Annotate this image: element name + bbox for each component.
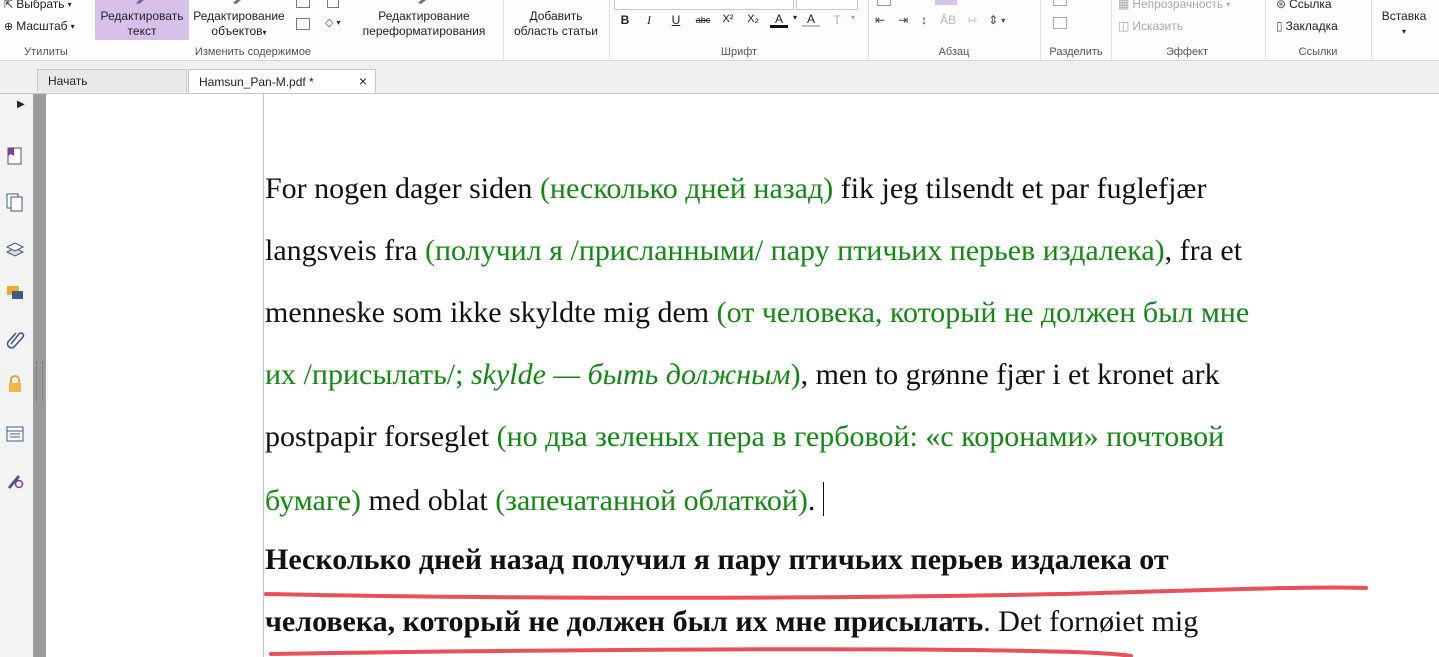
effect-group-label: Эффект (1165, 46, 1209, 58)
shape-icon[interactable] (327, 0, 339, 8)
font-group-label: Шрифт (720, 46, 758, 58)
doc-line-8: человека, который не должен был их мне п… (265, 605, 1199, 638)
align-active-icon[interactable] (935, 0, 957, 5)
red-annotation-underline-2 (269, 647, 1133, 657)
doc-line-1: For nogen dager siden (несколько дней на… (265, 172, 1207, 205)
comments-icon[interactable] (5, 283, 25, 303)
shape-tools-icon: ◇ (325, 17, 334, 29)
signatures-icon[interactable] (5, 470, 25, 490)
distort-button[interactable]: ◫ Исказить (1118, 19, 1183, 33)
red-annotation-underline-1 (264, 585, 1368, 600)
italic-button[interactable]: I (640, 13, 658, 28)
tab-hamsun-pdf[interactable]: Hamsun_Pan-M.pdf * × (188, 69, 376, 93)
subscript-button[interactable]: X₂ (744, 13, 762, 25)
reflow-edit-button[interactable]: Редактирование переформатирования (355, 0, 493, 40)
underline-button[interactable]: U (667, 13, 685, 27)
splitter-grip[interactable] (36, 362, 43, 402)
ribbon-toolbar: ⇱ Выбрать ▾ ⊕ Масштаб ▾ Утилиты Редактиров… (0, 0, 1439, 61)
bold-button[interactable]: B (616, 13, 634, 27)
doc-line-6: бумаге) med oblat (запечатанной облаткой… (265, 482, 825, 518)
close-tab-icon[interactable]: × (359, 73, 367, 89)
edit-content-group: Редактировать текст Редактирование объек… (93, 0, 513, 60)
paragraph-group-label: Абзац (938, 46, 970, 58)
edit-text-icon (136, 0, 144, 4)
doc-line-7: Несколько дней назад получил я пару птич… (265, 543, 1169, 576)
split-group-label: Разделить (1049, 46, 1103, 58)
edit-content-group-label: Изменить содержимое (194, 46, 312, 58)
split-group: Разделить (1041, 0, 1111, 60)
align-left-icon[interactable] (877, 0, 891, 6)
effect-group: ▦ Непрозрачность ▾ ◫ Исказить Эффект (1112, 0, 1262, 60)
font-size-select[interactable] (796, 0, 858, 10)
text-box-icon[interactable] (296, 0, 310, 8)
strikethrough-button[interactable]: abc (694, 15, 712, 25)
zoom-tool-button[interactable]: ⊕ Масштаб ▾ (4, 19, 75, 33)
cursor-icon: ⇱ (4, 0, 14, 11)
bookmarks-icon[interactable] (5, 146, 25, 166)
panel-splitter[interactable] (33, 94, 46, 657)
paragraph-group: ⇤ ⇥ ↕ ÅB ⇿ ⇕ ▾ Абзац (869, 0, 1039, 60)
font-family-select[interactable] (614, 0, 794, 10)
expand-panel-icon[interactable]: ▶ (17, 99, 25, 110)
doc-line-2: langsveis fra (получил я /присланными/ п… (265, 234, 1243, 267)
bookmark-icon: ▯ (1276, 19, 1283, 33)
security-lock-icon[interactable] (5, 374, 25, 394)
attachments-icon[interactable] (5, 329, 25, 349)
utilities-group-label: Утилиты (24, 46, 68, 58)
reflow-edit-icon (418, 0, 426, 4)
navigation-panel: ▶ (0, 94, 34, 657)
insert-button[interactable]: Вставка ▾ (1374, 9, 1434, 39)
utilities-group: ⇱ Выбрать ▾ ⊕ Масштаб ▾ Утилиты (0, 0, 92, 60)
character-spacing-icon[interactable]: ÅB (940, 13, 956, 27)
doc-line-3: menneske som ikke skyldte mig dem (от че… (265, 296, 1250, 329)
links-group: ⊛ Ссылка ▯ Закладка Ссылки (1266, 0, 1370, 60)
split-vertical-icon[interactable] (1053, 0, 1067, 6)
layers-icon[interactable] (5, 238, 25, 258)
indent-increase-icon[interactable]: ⇥ (898, 13, 908, 27)
distort-icon: ◫ (1118, 19, 1130, 33)
pages-thumbnails-icon[interactable] (5, 192, 25, 212)
link-button[interactable]: ⊛ Ссылка (1276, 0, 1332, 11)
paragraph-format-buttons[interactable]: ⇤ ⇥ ↕ ÅB ⇿ ⇕ ▾ (875, 13, 1005, 27)
edit-objects-icon (233, 0, 241, 4)
select-tool-button[interactable]: ⇱ Выбрать ▾ (4, 0, 72, 11)
doc-line-4: их /присылать/; skylde — быть должным), … (265, 358, 1220, 391)
indent-decrease-icon[interactable]: ⇤ (875, 13, 885, 27)
split-horizontal-icon[interactable] (1053, 17, 1067, 29)
paragraph-spacing-icon[interactable]: ⇕ (988, 13, 998, 27)
superscript-button[interactable]: X² (719, 13, 737, 25)
insert-dropdown-icon: ▾ (1401, 27, 1406, 36)
opacity-button[interactable]: ▦ Непрозрачность ▾ (1118, 0, 1230, 11)
zoom-icon: ⊕ (4, 20, 14, 33)
bookmark-button[interactable]: ▯ Закладка (1276, 19, 1338, 33)
text-style-dropdown-icon[interactable]: ▾ (844, 13, 862, 22)
opacity-icon: ▦ (1118, 0, 1130, 11)
text-cursor (823, 482, 825, 516)
form-fields-icon[interactable] (5, 424, 25, 444)
add-article-button[interactable]: Добавить область статьи (508, 0, 604, 40)
links-group-label: Ссылки (1298, 46, 1338, 58)
edit-text-button[interactable]: Редактировать текст (95, 0, 189, 40)
shape-dropdown-button[interactable]: ◇ ▾ (325, 16, 340, 29)
doc-line-5: postpapir forseglet (но два зеленых пера… (265, 420, 1225, 453)
highlight-color-button[interactable]: A (802, 13, 820, 27)
text-box-boundary (263, 94, 264, 657)
line-spacing-icon[interactable]: ↕ (921, 13, 927, 27)
link-icon: ⊛ (1276, 0, 1287, 11)
document-tab-bar: Начать Hamsun_Pan-M.pdf * × (0, 61, 1439, 94)
font-group: B I U abc X² X₂ A ▾ A T ▾ Шрифт (610, 0, 868, 60)
tab-start[interactable]: Начать (37, 69, 187, 92)
word-spacing-icon[interactable]: ⇿ (967, 13, 977, 27)
image-icon[interactable] (296, 18, 310, 30)
document-viewport[interactable]: For nogen dager siden (несколько дней на… (46, 94, 1439, 657)
edit-objects-button[interactable]: Редактирование объектов▾ (191, 0, 287, 40)
